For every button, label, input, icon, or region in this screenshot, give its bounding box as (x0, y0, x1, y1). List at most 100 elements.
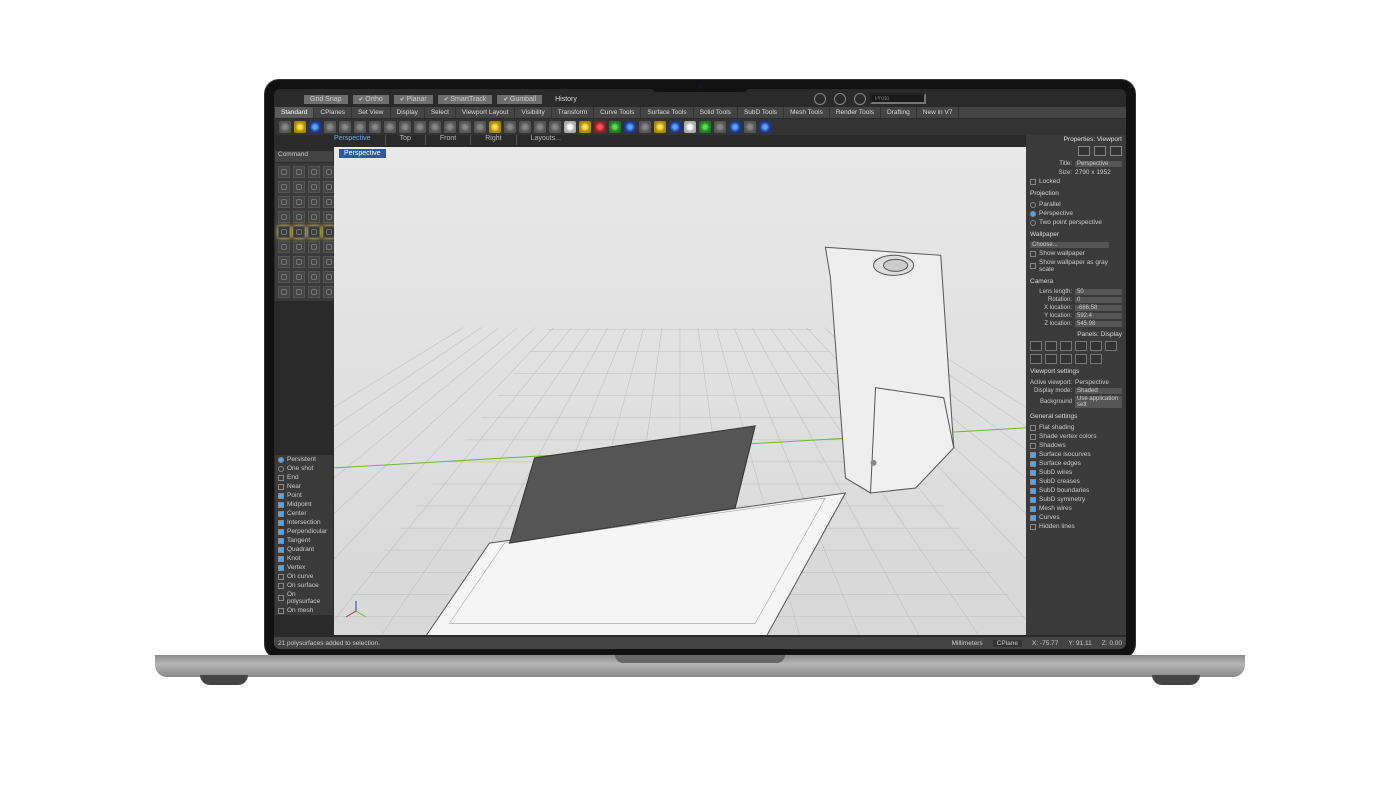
disp-i7[interactable] (1030, 354, 1042, 364)
show-wp-check[interactable] (1030, 251, 1036, 257)
disp-flat-shading[interactable]: Flat shading (1030, 423, 1122, 432)
camz-field[interactable]: 545.98 (1075, 321, 1122, 327)
osnap-midpoint[interactable]: Midpoint (275, 500, 333, 509)
raytrace-icon[interactable] (744, 121, 756, 133)
arctic-icon[interactable] (729, 121, 741, 133)
filter-icon[interactable] (814, 93, 826, 105)
tab-transform[interactable]: Transform (552, 107, 594, 118)
zoom-sel-icon[interactable] (474, 121, 486, 133)
undo-icon[interactable] (384, 121, 396, 133)
help-icon[interactable] (759, 121, 771, 133)
new-icon[interactable] (279, 121, 291, 133)
osnap-center[interactable]: Center (275, 509, 333, 518)
tool-14[interactable] (308, 211, 320, 223)
osnap-persistent[interactable]: Persistent (275, 455, 333, 464)
viewtab-perspective[interactable]: Perspective (334, 135, 371, 147)
disp-i5[interactable] (1090, 341, 1102, 351)
tool-26[interactable] (308, 256, 320, 268)
tool-8[interactable] (278, 196, 290, 208)
disp-i8[interactable] (1045, 354, 1057, 364)
prop-locked-check[interactable] (1030, 179, 1036, 185)
unlock-icon[interactable] (609, 121, 621, 133)
render-icon[interactable] (624, 121, 636, 133)
tool-29[interactable] (293, 271, 305, 283)
tab-display[interactable]: Display (391, 107, 425, 118)
disp-i4[interactable] (1075, 341, 1087, 351)
background-select[interactable]: Use application sett (1075, 396, 1122, 408)
tool-9[interactable] (293, 196, 305, 208)
tool-12[interactable] (278, 211, 290, 223)
osnap-vertex[interactable]: Vertex (275, 563, 333, 572)
tab-cplanes[interactable]: CPlanes (314, 107, 352, 118)
tab-new-in-v7[interactable]: New in V7 (917, 107, 960, 118)
osnap-perpendicular[interactable]: Perpendicular (275, 527, 333, 536)
cplane-icon[interactable] (504, 121, 516, 133)
tool-16[interactable] (278, 226, 290, 238)
rotate-icon[interactable] (429, 121, 441, 133)
tool-18[interactable] (308, 226, 320, 238)
osnap-on-curve[interactable]: On curve (275, 572, 333, 581)
tool-33[interactable] (293, 286, 305, 298)
search-input[interactable] (870, 93, 926, 104)
tab-standard[interactable]: Standard (275, 107, 314, 118)
tool-17[interactable] (293, 226, 305, 238)
viewtab-front[interactable]: Front (440, 135, 456, 147)
camx-field[interactable]: -666.58 (1075, 305, 1122, 311)
disp-curves[interactable]: Curves (1030, 513, 1122, 522)
prop-texture-icon[interactable] (1110, 146, 1122, 156)
osnap-one-shot[interactable]: One shot (275, 464, 333, 473)
print-icon[interactable] (324, 121, 336, 133)
tool-0[interactable] (278, 166, 290, 178)
disp-surface-isocurves[interactable]: Surface isocurves (1030, 450, 1122, 459)
tool-25[interactable] (293, 256, 305, 268)
disp-shade-vertex-colors[interactable]: Shade vertex colors (1030, 432, 1122, 441)
tool-32[interactable] (278, 286, 290, 298)
disp-i2[interactable] (1045, 341, 1057, 351)
redo-icon[interactable] (399, 121, 411, 133)
layers-icon[interactable] (534, 121, 546, 133)
disp-i10[interactable] (1075, 354, 1087, 364)
display-mode-select[interactable]: Shaded (1075, 388, 1122, 394)
tab-mesh-tools[interactable]: Mesh Tools (784, 107, 830, 118)
tab-set-view[interactable]: Set View (352, 107, 391, 118)
tab-render-tools[interactable]: Render Tools (830, 107, 881, 118)
pen-icon[interactable] (714, 121, 726, 133)
gumball-toggle[interactable]: Gumball (497, 95, 542, 104)
osnap-intersection[interactable]: Intersection (275, 518, 333, 527)
tool-20[interactable] (278, 241, 290, 253)
light-icon[interactable] (489, 121, 501, 133)
osnap-knot[interactable]: Knot (275, 554, 333, 563)
hide-icon[interactable] (564, 121, 576, 133)
disp-subd-symmetry[interactable]: SubD symmetry (1030, 495, 1122, 504)
tab-select[interactable]: Select (425, 107, 456, 118)
history-toggle[interactable]: History (555, 96, 577, 103)
rotation-field[interactable]: 0 (1075, 297, 1122, 303)
osnap-on-surface[interactable]: On surface (275, 581, 333, 590)
disp-subd-creases[interactable]: SubD creases (1030, 477, 1122, 486)
record-icon[interactable] (854, 93, 866, 105)
tab-viewport-layout[interactable]: Viewport Layout (456, 107, 516, 118)
osnap-tangent[interactable]: Tangent (275, 536, 333, 545)
show-wp-gray-check[interactable] (1030, 263, 1036, 269)
wallpaper-choose[interactable]: Choose... (1030, 242, 1109, 248)
disp-i9[interactable] (1060, 354, 1072, 364)
disp-mesh-wires[interactable]: Mesh wires (1030, 504, 1122, 513)
prop-material-icon[interactable] (1094, 146, 1106, 156)
sel-icon[interactable] (549, 121, 561, 133)
tool-34[interactable] (308, 286, 320, 298)
artistic-icon[interactable] (699, 121, 711, 133)
proj-parallel-radio[interactable] (1030, 202, 1036, 208)
viewtab-layouts-[interactable]: Layouts... (531, 135, 561, 147)
disp-i3[interactable] (1060, 341, 1072, 351)
tab-drafting[interactable]: Drafting (881, 107, 917, 118)
show-icon[interactable] (579, 121, 591, 133)
tab-subd-tools[interactable]: SubD Tools (738, 107, 784, 118)
osnap-near[interactable]: Near (275, 482, 333, 491)
tool-4[interactable] (278, 181, 290, 193)
grid-icon[interactable] (519, 121, 531, 133)
viewport-perspective[interactable]: Perspective (334, 147, 1026, 635)
status-cplane[interactable]: CPlane (993, 640, 1022, 647)
tab-surface-tools[interactable]: Surface Tools (641, 107, 693, 118)
tool-2[interactable] (308, 166, 320, 178)
zoom-ext-icon[interactable] (459, 121, 471, 133)
